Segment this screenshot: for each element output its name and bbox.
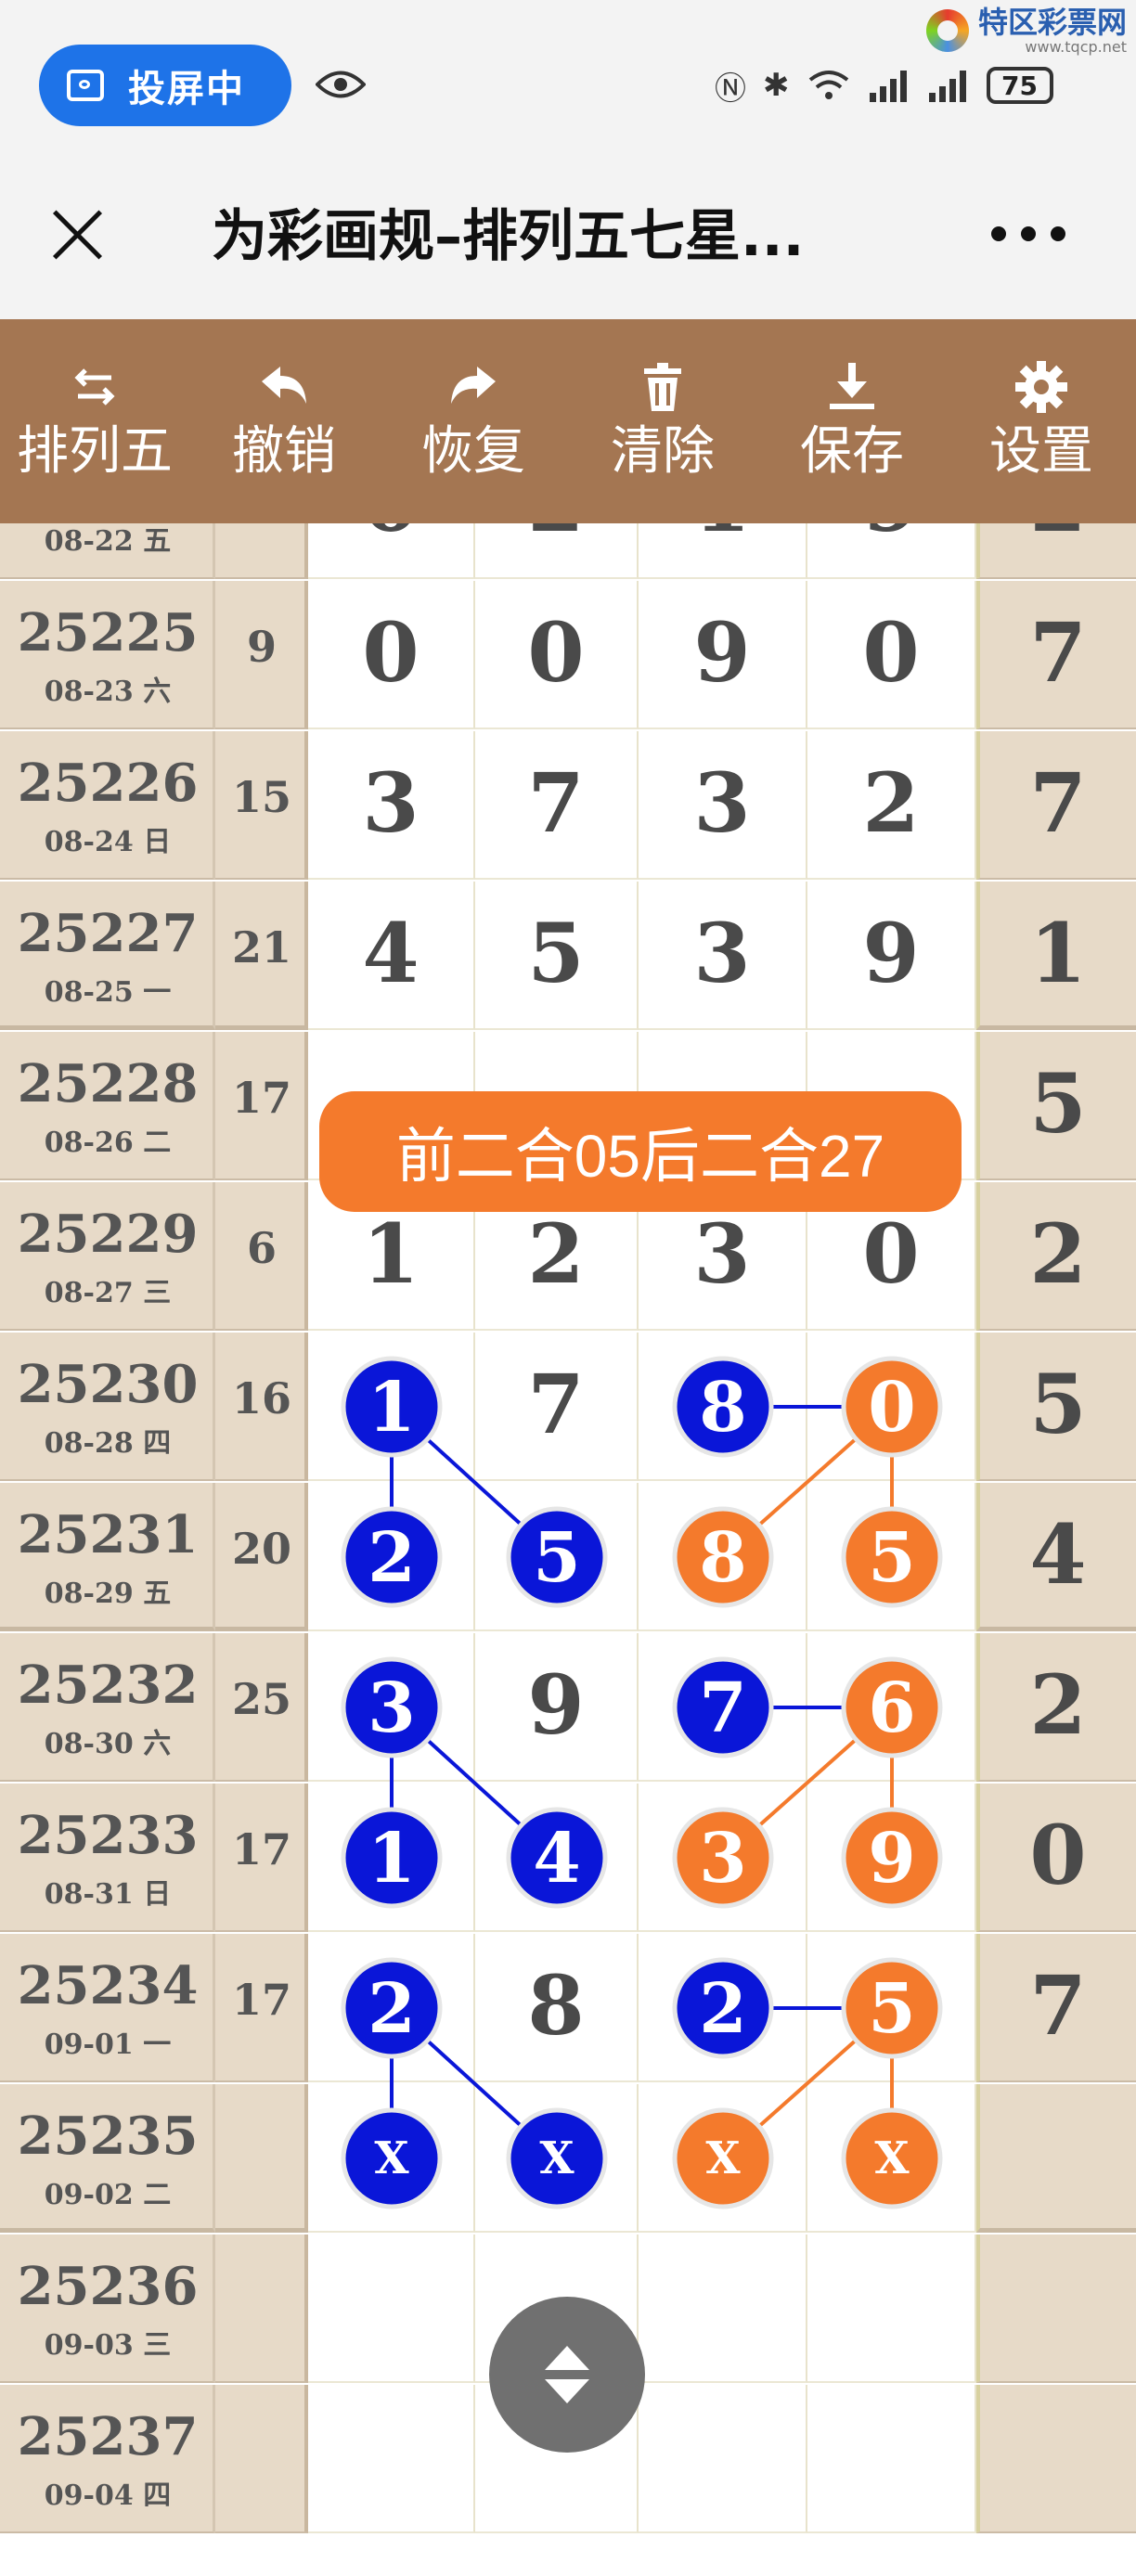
signal-icon-2 xyxy=(928,71,966,102)
marked-number-circle[interactable]: 3 xyxy=(341,1656,443,1758)
signal-icon xyxy=(869,71,907,102)
toolbar-redo-button[interactable]: 恢复 xyxy=(379,319,568,523)
marked-number-circle[interactable]: 6 xyxy=(841,1656,943,1758)
toolbar-clear-button[interactable]: 清除 xyxy=(568,319,757,523)
marked-number-circle[interactable]: 3 xyxy=(672,1807,774,1909)
marked-number-circle[interactable]: 2 xyxy=(341,1957,443,2059)
toolbar-undo-button[interactable]: 撤销 xyxy=(189,319,379,523)
marked-number-text: 6 xyxy=(868,1668,916,1748)
marked-number-text: 5 xyxy=(868,1518,916,1598)
toolbar-label: 保存 xyxy=(800,421,904,482)
marked-number-circle[interactable]: 5 xyxy=(841,1506,943,1608)
more-options-icon[interactable] xyxy=(991,226,1065,245)
battery-icon: 75 xyxy=(986,67,1053,104)
marked-number-circle[interactable]: X xyxy=(341,2107,443,2209)
marked-number-text: 5 xyxy=(533,1518,581,1598)
marked-number-text: 0 xyxy=(868,1368,916,1448)
toolbar-label: 撤销 xyxy=(232,421,336,482)
marked-number-circle[interactable]: X xyxy=(672,2107,774,2209)
marked-number-text: 2 xyxy=(699,1969,747,2049)
marked-number-circle[interactable]: 2 xyxy=(341,1506,443,1608)
watermark: 特区彩票网 www.tqcp.net xyxy=(925,5,1127,56)
trend-marks-overlay: 1 2 5 8 0 8 5 3 1 4 7 6 3 9 2 X X 2 5 X X xyxy=(341,1356,943,2209)
watermark-url: www.tqcp.net xyxy=(1025,38,1127,56)
marked-number-circle[interactable]: X xyxy=(506,2107,608,2209)
marked-number-text: 2 xyxy=(368,1969,416,2049)
chevron-down-icon xyxy=(545,2379,589,2403)
status-bar: 投屏中 Ⓝ ✱ 75 特区彩票网 www.tqcp.net xyxy=(0,0,1136,167)
toolbar-save-button[interactable]: 保存 xyxy=(757,319,947,523)
page-title: 为彩画规–排列五七星... xyxy=(212,204,805,269)
marked-number-circle[interactable]: X xyxy=(841,2107,943,2209)
marked-number-text: 1 xyxy=(368,1819,416,1899)
watermark-logo-icon xyxy=(925,9,969,52)
scroll-toggle-button[interactable] xyxy=(489,2297,645,2453)
marked-number-circle[interactable]: 4 xyxy=(506,1807,608,1909)
toolbar-settings-button[interactable]: 设置 xyxy=(947,319,1136,523)
recommendation-tip: 前二合05后二合27 xyxy=(319,1091,962,1212)
marked-number-text: 3 xyxy=(368,1668,416,1748)
redo-icon xyxy=(451,367,496,404)
marked-number-text: 8 xyxy=(699,1368,747,1448)
eye-icon xyxy=(316,71,366,98)
system-icons: Ⓝ ✱ 75 xyxy=(715,58,1053,113)
screen-cast-indicator[interactable]: 投屏中 xyxy=(39,45,291,126)
cast-label: 投屏中 xyxy=(128,68,245,110)
watermark-name: 特区彩票网 xyxy=(977,5,1127,40)
gear-icon xyxy=(1015,361,1067,413)
trash-icon xyxy=(644,363,681,411)
marked-number-circle[interactable]: 0 xyxy=(841,1356,943,1458)
toolbar-label: 排列五 xyxy=(17,421,173,482)
marked-number-text: 3 xyxy=(699,1819,747,1899)
marked-number-circle[interactable]: 5 xyxy=(506,1506,608,1608)
undo-icon xyxy=(262,367,306,404)
marked-number-text: 1 xyxy=(368,1368,416,1448)
marked-number-text: X xyxy=(374,2132,409,2184)
marked-number-text: X xyxy=(705,2132,741,2184)
marked-number-circle[interactable]: 8 xyxy=(672,1356,774,1458)
marked-number-circle[interactable]: 8 xyxy=(672,1506,774,1608)
marked-number-text: 8 xyxy=(699,1518,747,1598)
marked-number-circle[interactable]: 5 xyxy=(841,1957,943,2059)
marked-number-circle[interactable]: 9 xyxy=(841,1807,943,1909)
nfc-icon: Ⓝ xyxy=(715,70,746,108)
marked-number-circle[interactable]: 2 xyxy=(672,1957,774,2059)
toolbar-label: 恢复 xyxy=(421,421,525,482)
toolbar-label: 设置 xyxy=(989,421,1093,482)
marked-number-circle[interactable]: 7 xyxy=(672,1656,774,1758)
marked-number-circle[interactable]: 1 xyxy=(341,1356,443,1458)
marked-number-text: 9 xyxy=(868,1819,916,1899)
download-icon xyxy=(830,363,874,409)
marked-number-text: 5 xyxy=(868,1969,916,2049)
chevron-up-icon xyxy=(545,2346,589,2370)
marked-number-text: X xyxy=(874,2132,910,2184)
marked-number-text: 7 xyxy=(699,1668,747,1748)
swap-arrows-icon xyxy=(74,368,115,406)
close-icon[interactable] xyxy=(46,204,108,265)
bluetooth-icon: ✱ xyxy=(763,67,790,104)
toolbar-switch-game-button[interactable]: 排列五 xyxy=(0,319,189,523)
title-bar: 为彩画规–排列五七星... xyxy=(0,167,1136,319)
cast-icon xyxy=(67,70,104,101)
toolbar: 排列五 撤销 恢复 清除 保存 设置 xyxy=(0,319,1136,523)
marked-number-text: 4 xyxy=(533,1819,581,1899)
toolbar-label: 清除 xyxy=(611,421,715,482)
draw-grid[interactable]: 2522408-22 五12021922522508-23 六900907252… xyxy=(0,523,1136,2576)
marked-number-text: 2 xyxy=(368,1518,416,1598)
marked-number-circle[interactable]: 1 xyxy=(341,1807,443,1909)
marked-number-text: X xyxy=(539,2132,574,2184)
wifi-icon xyxy=(808,71,848,99)
